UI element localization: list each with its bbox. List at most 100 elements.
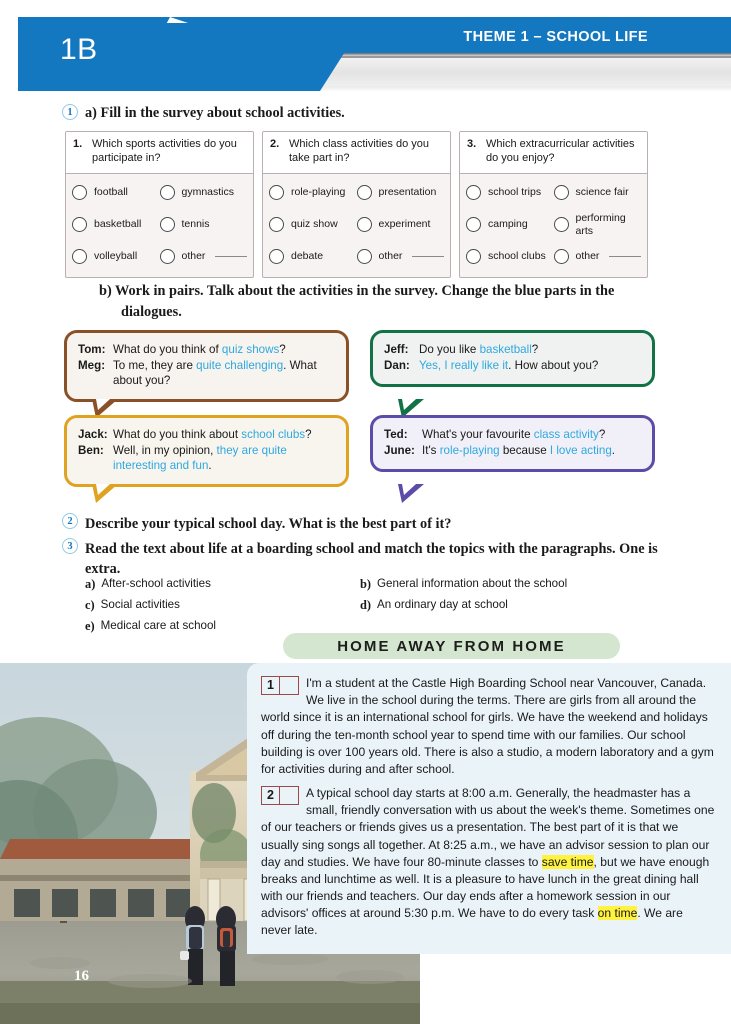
radio-icon[interactable] (269, 185, 284, 200)
text-blue: class activity (533, 428, 599, 442)
survey-3-options: school trips science fair camping perfor… (460, 174, 647, 277)
survey-option-label: debate (291, 250, 324, 263)
survey-option-other[interactable]: other (356, 249, 444, 264)
write-in-line[interactable] (412, 256, 444, 257)
paragraph-answer-box[interactable] (280, 676, 299, 695)
survey-option[interactable]: volleyball (72, 249, 160, 264)
radio-icon[interactable] (553, 185, 569, 200)
survey-option[interactable]: football (72, 185, 160, 200)
survey-option[interactable]: science fair (553, 185, 642, 200)
radio-icon[interactable] (72, 217, 87, 232)
survey-option-other[interactable]: other (553, 249, 641, 264)
survey-option[interactable]: experiment (356, 217, 445, 232)
match-topics-list: a) After-school activities b) General in… (85, 577, 645, 640)
dialogue-bubble-tom-meg: Tom: What do you think of quiz shows? Me… (64, 330, 349, 419)
radio-icon[interactable] (356, 185, 372, 200)
radio-icon[interactable] (159, 217, 175, 232)
survey-option-row: volleyball other (66, 241, 253, 273)
write-in-line[interactable] (609, 256, 641, 257)
exercise-3: 3 Read the text about life at a boarding… (62, 538, 690, 579)
bubble-tail-icon (92, 484, 118, 504)
survey-option-row: school clubs other (460, 241, 647, 273)
radio-icon[interactable] (356, 217, 372, 232)
survey-option-row: role-playing presentation (263, 177, 450, 209)
dialogue-text: What's your favourite class activity? (422, 427, 605, 442)
survey-option-label: school trips (488, 186, 542, 199)
survey-option-label: other (575, 250, 600, 263)
radio-icon[interactable] (466, 185, 481, 200)
radio-icon[interactable] (466, 249, 481, 264)
match-item-c[interactable]: c) Social activities (85, 598, 360, 613)
reading-paragraph-1: 1 I'm a student at the Castle High Board… (261, 675, 715, 778)
survey-box-1-header: 1. Which sports activities do you partic… (66, 132, 253, 174)
match-row: a) After-school activities b) General in… (85, 577, 645, 592)
survey-option[interactable]: quiz show (269, 217, 357, 232)
survey-box-1: 1. Which sports activities do you partic… (65, 131, 254, 278)
speaker-name: Tom: (78, 343, 106, 356)
survey-2-number: 2. (270, 138, 280, 150)
survey-option[interactable]: role-playing (269, 185, 357, 200)
theme-title: THEME 1 – SCHOOL LIFE (463, 29, 648, 45)
survey-option[interactable]: basketball (72, 217, 160, 232)
exercise-1b-line2: dialogues. (121, 303, 182, 320)
match-label: An ordinary day at school (377, 598, 508, 611)
dialogue-line: Ted: What's your favourite class activit… (384, 427, 642, 442)
survey-option-label: football (94, 186, 128, 199)
dialogue-bubble-jeff-dan: Jeff: Do you like basketball? Dan: Yes, … (370, 330, 655, 419)
match-item-a[interactable]: a) After-school activities (85, 577, 360, 592)
survey-box-2-header: 2. Which class activities do you take pa… (263, 132, 450, 174)
survey-2-question: Which class activities do you take part … (289, 138, 429, 164)
text-pre: Well, in my opinion, (113, 444, 217, 458)
match-item-b[interactable]: b) General information about the school (360, 577, 635, 592)
text-pre: What's your favourite (422, 428, 534, 442)
text-blue: basketball (479, 343, 532, 356)
paragraph-2-marker: 2 (261, 786, 299, 806)
radio-icon[interactable] (159, 185, 175, 200)
radio-icon[interactable] (269, 249, 284, 264)
survey-option[interactable]: performing arts (553, 212, 642, 237)
radio-icon[interactable] (466, 217, 481, 232)
survey-option[interactable]: school clubs (466, 249, 554, 264)
radio-icon[interactable] (553, 217, 569, 232)
exercise-number-1: 1 (62, 104, 78, 120)
survey-option-label: other (181, 250, 206, 263)
radio-icon[interactable] (72, 249, 87, 264)
match-row: e) Medical care at school (85, 619, 645, 634)
radio-icon[interactable] (159, 249, 175, 264)
text-post: . How about you? (508, 359, 599, 373)
match-item-e[interactable]: e) Medical care at school (85, 619, 360, 634)
survey-option[interactable]: gymnastics (159, 185, 248, 200)
survey-option[interactable]: debate (269, 249, 357, 264)
radio-icon[interactable] (269, 217, 284, 232)
survey-option-row: quiz show experiment (263, 209, 450, 241)
dialogue-text: It's role-playing because I love acting. (422, 443, 615, 458)
survey-option[interactable]: school trips (466, 185, 554, 200)
radio-icon[interactable] (72, 185, 87, 200)
text-post: ? (598, 428, 606, 442)
text-blue: role-playing (439, 444, 500, 458)
speaker-name: Jack: (78, 428, 108, 442)
paragraph-answer-box[interactable] (280, 786, 299, 806)
radio-icon[interactable] (553, 249, 569, 264)
survey-option[interactable]: camping (466, 217, 554, 232)
match-item-d[interactable]: d) An ordinary day at school (360, 598, 635, 613)
dialogue-text: What do you think of quiz shows? (113, 342, 286, 357)
dialogue-line: Dan: Yes, I really like it. How about yo… (384, 358, 642, 373)
survey-option-label: tennis (181, 218, 210, 231)
radio-icon[interactable] (356, 249, 372, 264)
survey-option-label: other (378, 250, 403, 263)
exercise-1-instruction: a) Fill in the survey about school activ… (85, 105, 345, 121)
survey-option-row: basketball tennis (66, 209, 253, 241)
survey-option-other[interactable]: other (159, 249, 247, 264)
survey-option[interactable]: presentation (356, 185, 445, 200)
dialogue-line: Ben: Well, in my opinion, they are quite… (78, 443, 336, 473)
survey-option[interactable]: tennis (159, 217, 248, 232)
speaker-name: June: (384, 444, 415, 458)
dialogue-text: Yes, I really like it. How about you? (419, 358, 598, 373)
survey-option-label: presentation (378, 186, 437, 199)
write-in-line[interactable] (215, 256, 247, 257)
page-header: THEME 1 – SCHOOL LIFE A TYPICAL SCHOOL D… (0, 0, 731, 100)
survey-option-label: volleyball (94, 250, 138, 263)
survey-option-label: role-playing (291, 186, 346, 199)
dialogue-text: To me, they are quite challenging. What … (113, 358, 336, 388)
